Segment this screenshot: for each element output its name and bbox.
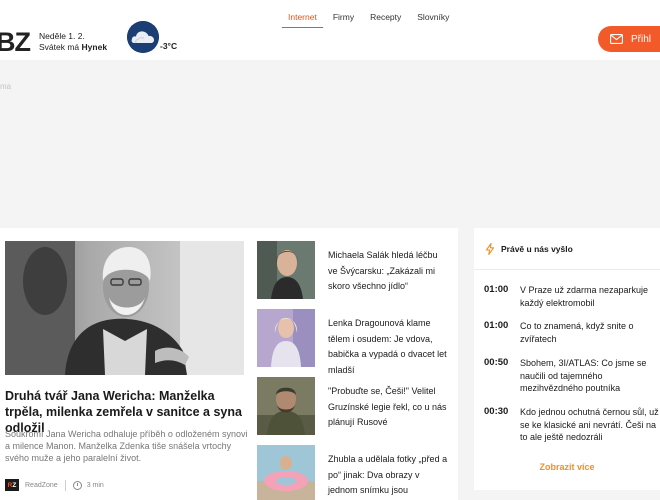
divider <box>474 269 660 270</box>
hero-meta: RZ ReadZone 3 min <box>5 479 104 491</box>
hero-perex: Soukromí Jana Wericha odhaluje příběh o … <box>5 429 248 463</box>
article-title[interactable]: "Probuďte se, Češi!" Velitel Gruzínské l… <box>328 384 448 431</box>
news-title[interactable]: Co to znamená, když snite o zvířatech <box>520 320 660 345</box>
article-title[interactable]: Michaela Salák hledá léčbu ve Švýcarsku:… <box>328 248 448 295</box>
list-item[interactable]: "Probuďte se, Češi!" Velitel Gruzínské l… <box>257 377 452 445</box>
nameday-prefix: Svátek má <box>39 42 80 52</box>
news-time: 01:00 <box>484 284 509 295</box>
cloud-icon[interactable] <box>127 21 159 53</box>
read-time: 3 min <box>86 481 104 489</box>
date-info: Neděle 1. 2. Svátek má Hynek <box>39 31 107 53</box>
list-item[interactable]: Michaela Salák hledá léčbu ve Švýcarsku:… <box>257 241 452 309</box>
login-label: Přihl <box>631 33 652 45</box>
news-time: 00:30 <box>484 406 509 417</box>
lightning-icon <box>485 243 495 255</box>
article-title[interactable]: Zhubla a udělala fotky „před a po“ jinak… <box>328 452 448 500</box>
nameday: Svátek má Hynek <box>39 42 107 53</box>
article-thumbnail[interactable] <box>257 445 315 500</box>
news-time: 01:00 <box>484 320 509 331</box>
hero-image[interactable] <box>5 241 244 375</box>
nav-item-recepty[interactable]: Recepty <box>364 8 407 28</box>
top-nav: Internet Firmy Recepty Slovníky <box>282 8 459 28</box>
article-title[interactable]: Lenka Dragounová klame tělem i osudem: J… <box>328 316 448 378</box>
news-title[interactable]: V Praze už zdarma nezaparkuje každý elek… <box>520 284 660 309</box>
temperature: -3°C <box>160 41 178 51</box>
news-title[interactable]: Sbohem, 3I/ATLAS: Co jsme se naučili od … <box>520 357 660 395</box>
article-thumbnail[interactable] <box>257 241 315 299</box>
source-logo-icon: RZ <box>5 479 19 491</box>
source-name[interactable]: ReadZone <box>25 482 58 489</box>
meta-divider <box>64 479 66 491</box>
nav-item-firmy[interactable]: Firmy <box>327 8 360 28</box>
nameday-name: Hynek <box>81 42 108 52</box>
show-more-button[interactable]: Zobrazit více <box>474 462 660 472</box>
list-item[interactable]: Lenka Dragounová klame tělem i osudem: J… <box>257 309 452 377</box>
list-item[interactable]: Zhubla a udělala fotky „před a po“ jinak… <box>257 445 452 500</box>
article-thumbnail[interactable] <box>257 309 315 367</box>
news-time: 00:50 <box>484 357 509 368</box>
news-title[interactable]: Kdo jednou ochutná černou sůl, už se ke … <box>520 406 660 444</box>
article-thumbnail[interactable] <box>257 377 315 435</box>
latest-news-widget: Právě u nás vyšlo 01:00 V Praze už zdarm… <box>474 228 660 490</box>
nav-item-internet[interactable]: Internet <box>282 8 323 28</box>
site-logo[interactable]: BZ <box>0 28 31 56</box>
widget-header: Právě u nás vyšlo <box>485 243 573 255</box>
site-header: BZ Neděle 1. 2. Svátek má Hynek -3°C Int… <box>0 0 660 60</box>
widget-title: Právě u nás vyšlo <box>501 244 573 254</box>
mail-icon <box>610 34 623 44</box>
nav-item-slovniky[interactable]: Slovníky <box>411 8 455 28</box>
side-article-list: Michaela Salák hledá léčbu ve Švýcarsku:… <box>257 241 452 500</box>
current-date: Neděle 1. 2. <box>39 31 85 41</box>
main-articles: Druhá tvář Jana Wericha: Manželka trpěla… <box>0 228 458 500</box>
ad-label: ma <box>0 82 12 91</box>
source-badge-z: Z <box>12 481 17 489</box>
clock-icon <box>72 480 82 490</box>
login-button[interactable]: Přihl <box>598 26 660 52</box>
